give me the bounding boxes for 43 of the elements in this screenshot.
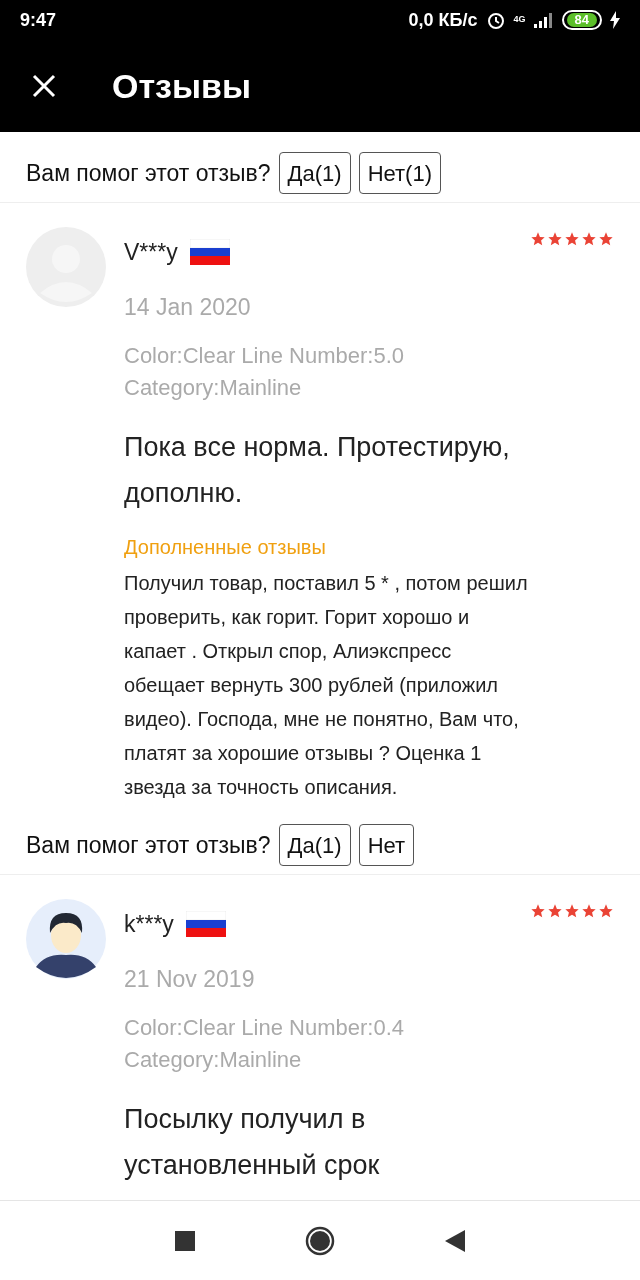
network-type: 4G <box>513 13 526 27</box>
vote-button[interactable]: Нет(1) <box>358 152 441 194</box>
review-date: 21 Nov 2019 <box>124 964 256 994</box>
additional-text: Получил товар, поставил 5 * , потом решил проверить, как горит. Горит хорошо и капает . Открыл спор, Алиэкспресс обещает вернуть 300 рублей (приложил видео). Господа, мне не понятно, Вам что, платят за хорошие отзывы ? Оценка 1 звезда за точность описания. <box>124 571 529 800</box>
star-icon <box>547 903 563 919</box>
signal-icon <box>533 12 554 28</box>
network-speed: 0,0 КБ/с <box>408 8 478 32</box>
avatar-person-icon <box>26 899 106 979</box>
user-name: V***y <box>124 238 178 267</box>
vote-button[interactable]: Да(1) <box>278 152 351 194</box>
helpful-question: Вам помог этот отзыв? <box>26 158 271 188</box>
review-text: Посылку получил в установленный срок <box>124 1103 381 1182</box>
star-icon <box>598 231 614 247</box>
battery-indicator: 84 <box>561 10 602 30</box>
review-date: 14 Jan 2020 <box>124 292 252 322</box>
star-icon <box>564 903 580 919</box>
product-detail: Category:Mainline <box>124 374 303 402</box>
status-time: 9:47 <box>20 8 57 32</box>
close-icon[interactable] <box>32 74 56 98</box>
product-detail: Color:Clear Line Number:5.0 <box>124 342 406 370</box>
home-icon[interactable] <box>305 1225 335 1256</box>
page-title: Отзывы <box>112 65 251 107</box>
user-name: k***y <box>124 910 174 939</box>
star-icon <box>598 903 614 919</box>
square-icon[interactable] <box>175 1230 195 1251</box>
review-text: Пока все норма. Протестирую, дополню. <box>124 431 511 510</box>
star-icon <box>581 231 597 247</box>
alarm-icon <box>485 10 506 30</box>
star-icon <box>581 903 597 919</box>
helpful-question: Вам помог этот отзыв? <box>26 830 271 860</box>
additional-label: Дополненные отзывы <box>124 535 327 560</box>
star-icon <box>530 903 546 919</box>
product-detail: Category:Mainline <box>124 1046 303 1074</box>
flag-icon <box>189 239 230 266</box>
star-icon <box>564 231 580 247</box>
back-icon[interactable] <box>445 1229 465 1252</box>
flag-icon <box>185 911 226 938</box>
star-icon <box>530 231 546 247</box>
charging-icon <box>610 11 620 29</box>
vote-button[interactable]: Нет <box>358 824 415 866</box>
vote-button[interactable]: Да(1) <box>278 824 351 866</box>
star-icon <box>547 231 563 247</box>
product-detail: Color:Clear Line Number:0.4 <box>124 1014 406 1042</box>
